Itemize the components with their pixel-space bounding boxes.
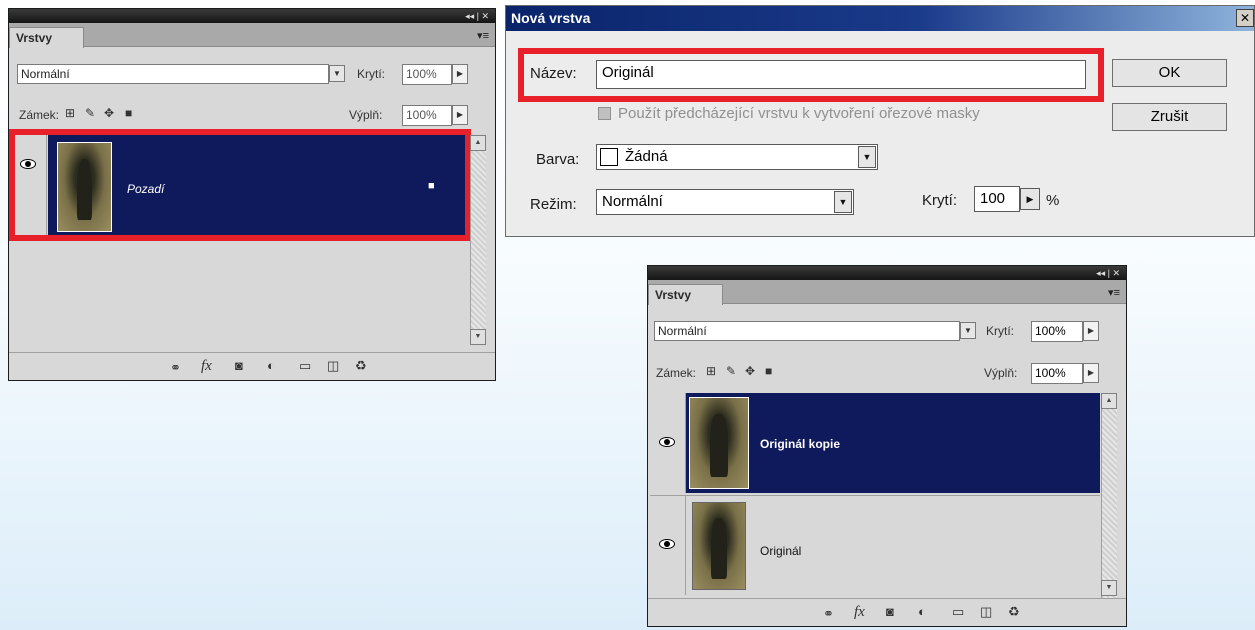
highlight-box-name [518,48,1104,102]
delete-layer-icon[interactable]: ♻ [1008,604,1020,620]
new-group-icon[interactable]: ▭ [299,358,311,374]
new-layer-icon[interactable]: ◫ [980,604,992,620]
lock-label: Zámek: [19,108,60,122]
delete-layer-icon[interactable]: ♻ [355,358,367,374]
lock-move-icon[interactable]: ✥ [104,106,114,120]
opacity-input[interactable]: 100% [1031,321,1083,342]
eye-icon[interactable] [659,539,675,549]
adjustment-layer-icon[interactable]: ◐ [918,604,926,619]
color-swatch [600,148,618,166]
fx-icon[interactable]: fx [201,358,212,375]
mode-select[interactable]: Normální [596,189,854,215]
layers-panel-2: ◂◂ | ✕ Vrstvy ▾≡ Normální ▼ Krytí: 100% … [647,265,1127,627]
blend-mode-dropdown-icon[interactable]: ▼ [329,65,345,82]
fx-icon[interactable]: fx [854,604,865,621]
dialog-title[interactable]: Nová vrstva [506,6,1254,31]
ok-button[interactable]: OK [1112,59,1227,87]
scroll-down-icon[interactable]: ▼ [470,329,486,345]
panel-titlebar[interactable]: ◂◂ | ✕ [9,9,495,23]
scroll-up-icon[interactable]: ▲ [1101,393,1117,409]
opacity-arrow-icon[interactable]: ▶ [1083,321,1099,341]
layer-visibility-cell[interactable] [650,495,686,595]
lock-brush-icon[interactable]: ✎ [726,364,736,378]
opacity-input[interactable]: 100 [974,186,1020,212]
color-label: Barva: [536,151,580,168]
lock-label: Zámek: [656,366,697,380]
tab-layers[interactable]: Vrstvy [9,27,84,48]
blend-mode-dropdown-icon[interactable]: ▼ [960,322,976,339]
blend-mode-select[interactable]: Normální [17,64,329,84]
fill-arrow-icon[interactable]: ▶ [452,105,468,125]
layer-name-original-kopie: Originál kopie [760,437,841,451]
lock-transparency-icon[interactable]: ⊞ [65,106,75,120]
new-layer-dialog: Nová vrstva ✕ Název: Originál OK Zrušit … [505,5,1255,237]
opacity-arrow-icon[interactable]: ▶ [452,64,468,84]
layer-row-original[interactable]: Originál [686,495,1100,595]
fill-label: Výplň: [349,108,383,122]
new-layer-icon[interactable]: ◫ [327,358,339,374]
panel-tabrow: Vrstvy ▾≡ [648,280,1126,305]
color-select[interactable]: Žádná [596,144,878,170]
link-layers-icon[interactable]: ⚭ [823,606,834,622]
panel-titlebar[interactable]: ◂◂ | ✕ [648,266,1126,280]
layers-scrollbar[interactable] [1101,393,1117,598]
color-value: Žádná [625,148,668,165]
lock-transparency-icon[interactable]: ⊞ [706,364,716,378]
layers-panel-1: ◂◂ | ✕ Vrstvy ▾≡ Normální ▼ Krytí: 100% … [8,8,496,381]
lock-all-icon[interactable]: ■ [125,106,132,120]
add-mask-icon[interactable]: ◙ [886,604,894,619]
layers-scrollbar[interactable] [470,135,486,345]
lock-all-icon[interactable]: ■ [765,364,772,378]
layer-visibility-cell[interactable] [650,393,686,493]
opacity-label: Krytí: [357,67,386,81]
add-mask-icon[interactable]: ◙ [235,358,243,373]
mode-label: Režim: [530,196,577,213]
panel-tabrow: Vrstvy ▾≡ [9,23,495,48]
opacity-label: Krytí: [986,324,1015,338]
layer-row-original-kopie[interactable]: Originál kopie [686,393,1100,493]
eye-icon[interactable] [659,437,675,447]
clip-mask-checkbox[interactable] [598,107,611,120]
opacity-percent: % [1046,192,1060,209]
highlight-box-layer [9,129,471,241]
fill-arrow-icon[interactable]: ▶ [1083,363,1099,383]
panel-menu-icon[interactable]: ▾≡ [1108,286,1120,299]
lock-brush-icon[interactable]: ✎ [85,106,95,120]
tab-layers[interactable]: Vrstvy [648,284,723,305]
layer-thumbnail [689,397,749,489]
opacity-input[interactable]: 100% [402,64,452,85]
opacity-label: Krytí: [922,192,958,209]
clip-mask-label: Použít předcházející vrstvu k vytvoření … [618,105,980,122]
layers-bottom-toolbar: ⚭ fx ◙ ◐ ▭ ◫ ♻ [648,598,1126,626]
layer-thumbnail [692,502,746,590]
scroll-down-icon[interactable]: ▼ [1101,580,1117,596]
fill-label: Výplň: [984,366,1018,380]
layer-name-original: Originál [760,544,802,558]
mode-dropdown-icon[interactable]: ▼ [834,191,852,213]
layers-bottom-toolbar: ⚭ fx ◙ ◐ ▭ ◫ ♻ [9,352,495,380]
fill-input[interactable]: 100% [1031,363,1083,384]
lock-move-icon[interactable]: ✥ [745,364,755,378]
new-group-icon[interactable]: ▭ [952,604,964,620]
color-dropdown-icon[interactable]: ▼ [858,146,876,168]
cancel-button[interactable]: Zrušit [1112,103,1227,131]
adjustment-layer-icon[interactable]: ◐ [267,358,275,373]
close-icon[interactable]: ✕ [1236,9,1254,27]
scroll-up-icon[interactable]: ▲ [470,135,486,151]
blend-mode-select[interactable]: Normální [654,321,960,341]
link-layers-icon[interactable]: ⚭ [170,360,181,376]
fill-input[interactable]: 100% [402,105,452,126]
opacity-stepper-icon[interactable]: ▶ [1020,188,1040,210]
panel-menu-icon[interactable]: ▾≡ [477,29,489,42]
